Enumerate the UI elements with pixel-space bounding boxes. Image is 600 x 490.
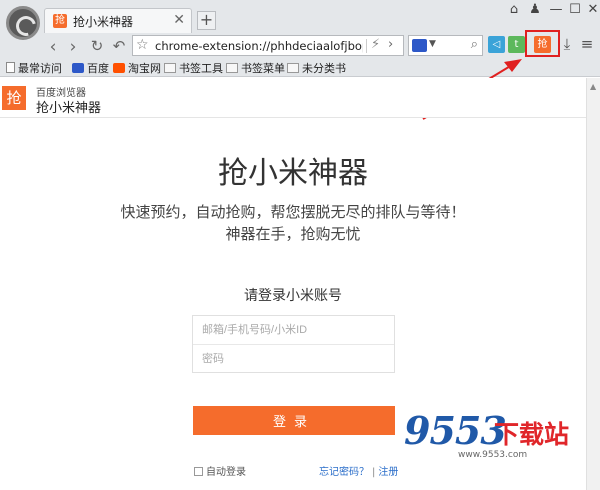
- bookmark-item[interactable]: 百度: [72, 60, 109, 76]
- tab-active[interactable]: 抢 抢小米神器 ✕: [44, 8, 192, 33]
- account-input[interactable]: [193, 316, 394, 344]
- baidu-engine-icon[interactable]: [412, 39, 427, 52]
- baidu-icon: [72, 63, 84, 73]
- shirt-icon[interactable]: ♟: [526, 2, 544, 17]
- page-header: 抢 百度浏览器 抢小米神器: [0, 78, 586, 118]
- site-watermark: 9553 下载站 www.9553.com: [398, 406, 586, 466]
- extension-green-icon[interactable]: t: [508, 36, 525, 53]
- bookmarks-bar: 最常访问 百度 淘宝网 书签工具 书签菜单 未分类书: [0, 57, 600, 77]
- forward-icon[interactable]: ›: [64, 37, 82, 57]
- folder-icon: [287, 63, 299, 73]
- auto-login-option[interactable]: 自动登录: [194, 463, 246, 478]
- login-title: 请登录小米账号: [244, 288, 342, 304]
- address-url[interactable]: chrome-extension://phhdeciaalofjbopjhfl: [155, 39, 363, 53]
- watermark-number: 9553: [404, 408, 507, 453]
- account-links: 忘记密码？ | 注册: [319, 463, 398, 478]
- taobao-icon: [113, 63, 125, 73]
- search-icon[interactable]: ⌕: [471, 37, 478, 52]
- close-window-icon[interactable]: ✕: [584, 2, 600, 17]
- bookmark-item[interactable]: 淘宝网: [113, 60, 161, 76]
- hero-subtagline: 神器在手，抢购无忧: [225, 225, 361, 243]
- password-input[interactable]: [193, 344, 394, 372]
- forgot-password-link[interactable]: 忘记密码？: [319, 467, 369, 478]
- hero-title: 抢小米神器: [218, 156, 368, 191]
- skin-icon[interactable]: ⌂: [505, 2, 523, 17]
- chevron-down-icon[interactable]: ▼: [429, 39, 436, 49]
- brand-name: 抢小米神器: [36, 101, 102, 116]
- bookmark-item[interactable]: 书签菜单: [226, 60, 285, 76]
- download-icon[interactable]: ⤓: [558, 35, 576, 53]
- folder-icon: [164, 63, 176, 73]
- highlight-box: [525, 30, 560, 57]
- undo-icon[interactable]: ↶: [110, 37, 128, 55]
- extension-share-icon[interactable]: ◁: [488, 36, 505, 53]
- menu-icon[interactable]: ≡: [578, 35, 596, 53]
- scroll-up-icon[interactable]: ▲: [590, 82, 596, 91]
- new-tab-button[interactable]: +: [197, 11, 216, 30]
- bookmark-item[interactable]: 未分类书: [287, 60, 346, 76]
- watermark-url: www.9553.com: [458, 450, 528, 460]
- refresh-icon[interactable]: ↻: [88, 37, 106, 55]
- back-icon[interactable]: ‹: [44, 37, 62, 57]
- go-icon[interactable]: ›: [388, 37, 393, 52]
- auto-login-checkbox[interactable]: [194, 467, 203, 476]
- links-separator: |: [372, 467, 376, 478]
- browser-logo-icon[interactable]: [6, 6, 40, 40]
- maximize-icon[interactable]: ☐: [566, 2, 584, 17]
- auto-login-label: 自动登录: [206, 467, 246, 478]
- minimize-icon[interactable]: —: [547, 2, 565, 17]
- login-fields: [192, 315, 395, 373]
- login-button[interactable]: 登录: [193, 406, 395, 435]
- watermark-chinese: 下载站: [494, 420, 570, 449]
- brand-logo-icon: 抢: [2, 86, 26, 110]
- address-divider: [366, 39, 367, 53]
- tab-favicon-icon: 抢: [53, 14, 67, 28]
- tab-close-icon[interactable]: ✕: [173, 12, 185, 28]
- speed-mode-icon[interactable]: ⚡: [371, 37, 380, 52]
- bookmark-item[interactable]: 书签工具: [164, 60, 223, 76]
- search-box[interactable]: ▼ ⌕: [408, 35, 483, 56]
- browser-chrome: 抢 抢小米神器 ✕ + ⌂ ♟ — ☐ ✕ ‹ › ↻ ↶ ☆ chrome-e…: [0, 0, 600, 77]
- hero-tagline: 快速预约，自动抢购，帮您摆脱无尽的排队与等待！: [120, 203, 466, 221]
- scrollbar[interactable]: ▲: [586, 78, 600, 490]
- folder-icon: [226, 63, 238, 73]
- bookmark-star-icon[interactable]: ☆: [136, 37, 149, 53]
- register-link[interactable]: 注册: [378, 467, 398, 478]
- address-bar[interactable]: ☆ chrome-extension://phhdeciaalofjbopjhf…: [132, 35, 404, 56]
- bookmark-item[interactable]: 最常访问: [6, 60, 62, 76]
- page-icon: [6, 62, 15, 73]
- tab-title: 抢小米神器: [73, 15, 134, 29]
